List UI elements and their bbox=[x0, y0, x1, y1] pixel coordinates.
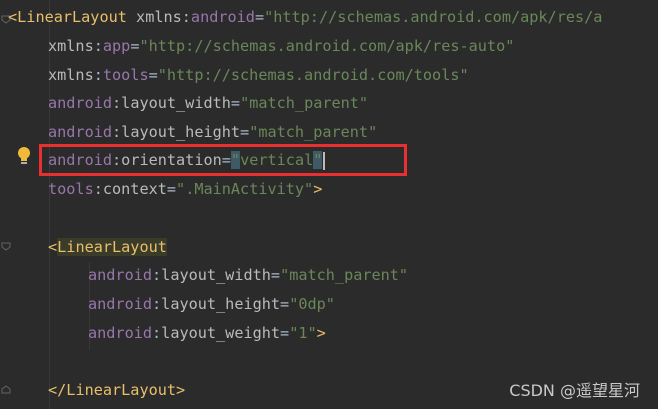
attr-value: "http://schemas.android.com/apk/res-auto… bbox=[139, 37, 515, 55]
code-line-14[interactable]: </LinearLayout> bbox=[48, 376, 185, 405]
tag-bracket: < bbox=[48, 238, 58, 256]
attr-name: layout_height bbox=[121, 123, 241, 141]
attr-namespace: xmlns bbox=[136, 8, 182, 26]
colon: : bbox=[93, 37, 103, 55]
attr-name: layout_weight bbox=[161, 324, 281, 342]
attr-namespace: android bbox=[88, 324, 153, 342]
attr-value: "match_parent" bbox=[249, 123, 378, 141]
tag-close: > bbox=[313, 180, 323, 198]
attr-value: "0dp" bbox=[289, 295, 335, 313]
equals: = bbox=[270, 266, 281, 284]
lightbulb-icon[interactable] bbox=[16, 146, 32, 168]
tag-name: LinearLayout bbox=[57, 238, 167, 256]
code-line-5[interactable]: android:layout_height="match_parent" bbox=[48, 118, 377, 147]
code-line-9[interactable]: <LinearLayout bbox=[48, 233, 167, 262]
attr-namespace: android bbox=[88, 295, 153, 313]
attr-value: "http://schemas.android.com/tools" bbox=[157, 66, 469, 84]
attr-name: tools bbox=[102, 66, 149, 84]
colon: : bbox=[152, 295, 162, 313]
attr-namespace: android bbox=[48, 123, 113, 141]
tag-close: > bbox=[316, 324, 326, 342]
attr-name: app bbox=[102, 37, 131, 55]
attr-value: "match_parent" bbox=[240, 94, 369, 112]
watermark: CSDN @遥望星河 bbox=[509, 381, 640, 400]
attr-value: "match_parent" bbox=[280, 266, 409, 284]
tag-close: > bbox=[176, 381, 186, 399]
equals: = bbox=[166, 180, 177, 198]
colon: : bbox=[152, 266, 162, 284]
attr-value: "1" bbox=[289, 324, 317, 342]
attr-value: "http://schemas.android.com/apk/res/a bbox=[264, 8, 603, 26]
code-line-4[interactable]: android:layout_width="match_parent" bbox=[48, 89, 368, 118]
attr-name: layout_width bbox=[121, 94, 231, 112]
code-line-2[interactable]: xmlns:app="http://schemas.android.com/ap… bbox=[48, 32, 514, 61]
code-line-10[interactable]: android:layout_width="match_parent" bbox=[88, 261, 408, 290]
tag-name: LinearLayout bbox=[17, 8, 127, 26]
attr-namespace: android bbox=[88, 266, 153, 284]
attr-value: ".MainActivity" bbox=[176, 180, 314, 198]
equals: = bbox=[148, 66, 158, 84]
equals: = bbox=[240, 123, 250, 141]
code-line-1[interactable]: <LinearLayout xmlns:android="http://sche… bbox=[8, 3, 602, 32]
attr-namespace: xmlns bbox=[48, 66, 94, 84]
attr-name: layout_width bbox=[161, 266, 271, 284]
attr-namespace: tools bbox=[48, 180, 94, 198]
equals: = bbox=[280, 295, 290, 313]
code-line-12[interactable]: android:layout_weight="1"> bbox=[88, 319, 326, 348]
fold-marker-icon[interactable] bbox=[1, 385, 11, 395]
equals: = bbox=[230, 94, 241, 112]
colon: : bbox=[152, 324, 162, 342]
code-line-3[interactable]: xmlns:tools="http://schemas.android.com/… bbox=[48, 61, 469, 90]
attr-name: layout_height bbox=[161, 295, 281, 313]
tag-name: LinearLayout bbox=[66, 381, 177, 399]
colon: : bbox=[112, 123, 122, 141]
attr-namespace: xmlns bbox=[48, 37, 94, 55]
equals: = bbox=[280, 324, 290, 342]
code-line-7[interactable]: tools:context=".MainActivity"> bbox=[48, 175, 322, 204]
attr-namespace: android bbox=[48, 94, 113, 112]
tag-bracket: </ bbox=[48, 381, 67, 399]
colon: : bbox=[93, 66, 103, 84]
attr-name: context bbox=[102, 180, 167, 198]
red-highlight-box bbox=[39, 144, 407, 176]
code-line-11[interactable]: android:layout_height="0dp" bbox=[88, 290, 335, 319]
tag-bracket: < bbox=[8, 8, 18, 26]
colon: : bbox=[93, 180, 103, 198]
editor-gutter[interactable] bbox=[0, 0, 40, 409]
attr-name: android bbox=[190, 8, 255, 26]
colon: : bbox=[112, 94, 122, 112]
equals: = bbox=[254, 8, 265, 26]
fold-marker-icon[interactable] bbox=[1, 241, 11, 251]
code-editor[interactable]: <LinearLayout xmlns:android="http://sche… bbox=[0, 0, 658, 409]
colon: : bbox=[181, 8, 191, 26]
